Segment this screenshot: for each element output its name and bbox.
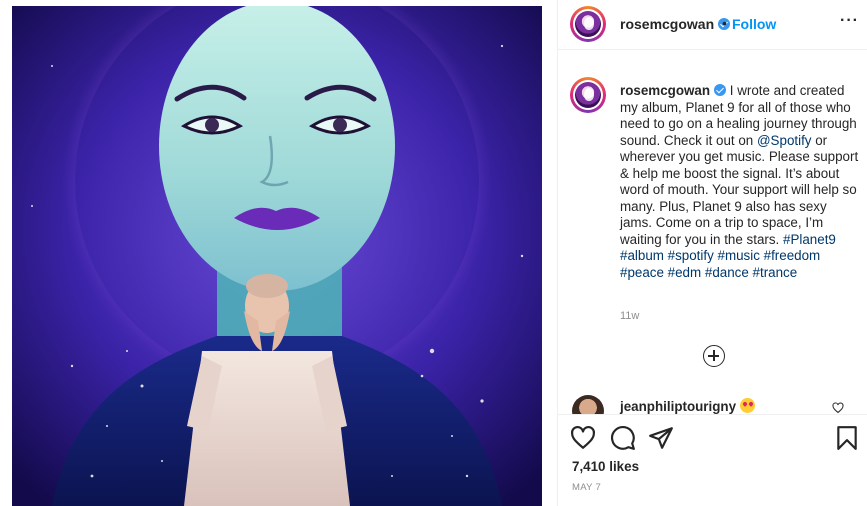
- follow-button[interactable]: Follow: [732, 16, 776, 32]
- commenter-username[interactable]: jeanphiliptourigny: [620, 399, 736, 414]
- caption-avatar[interactable]: [570, 77, 606, 113]
- heart-icon[interactable]: [570, 425, 596, 451]
- spotify-mention-link[interactable]: @Spotify: [757, 133, 812, 148]
- post-date[interactable]: MAY 7: [572, 482, 601, 493]
- post-sidebar: rosemcgowan • Follow ··· rosemcgowan I w…: [557, 0, 867, 506]
- caption-body-2: or wherever you get music. Please suppor…: [620, 132, 859, 247]
- load-more-comments-icon[interactable]: [703, 345, 725, 367]
- paper-plane-icon[interactable]: [648, 425, 674, 451]
- post-header: rosemcgowan • Follow ···: [558, 0, 867, 50]
- header-separator: •: [722, 15, 727, 31]
- heart-eyes-emoji-icon: [740, 398, 756, 413]
- author-avatar[interactable]: [570, 6, 606, 42]
- instagram-post: rosemcgowan • Follow ··· rosemcgowan I w…: [0, 0, 867, 506]
- likes-count[interactable]: 7,410 likes: [572, 459, 639, 474]
- bookmark-icon[interactable]: [834, 425, 860, 451]
- caption-timestamp[interactable]: 11w: [620, 310, 639, 322]
- author-username: rosemcgowan: [620, 16, 715, 32]
- post-artwork: [12, 6, 542, 506]
- more-options-icon[interactable]: ···: [840, 12, 859, 30]
- post-image[interactable]: [12, 6, 542, 506]
- author-username-link[interactable]: rosemcgowan: [620, 16, 731, 32]
- verified-badge-icon: [714, 84, 727, 96]
- caption-username[interactable]: rosemcgowan: [620, 83, 710, 98]
- post-actions: 7,410 likes MAY 7: [558, 414, 867, 506]
- comment-like-heart-icon[interactable]: [832, 402, 844, 414]
- commenter-username-wrap: jeanphiliptourigny: [620, 398, 756, 414]
- comment-bubble-icon[interactable]: [610, 425, 636, 451]
- caption-text: rosemcgowan I wrote and created my album…: [620, 83, 860, 281]
